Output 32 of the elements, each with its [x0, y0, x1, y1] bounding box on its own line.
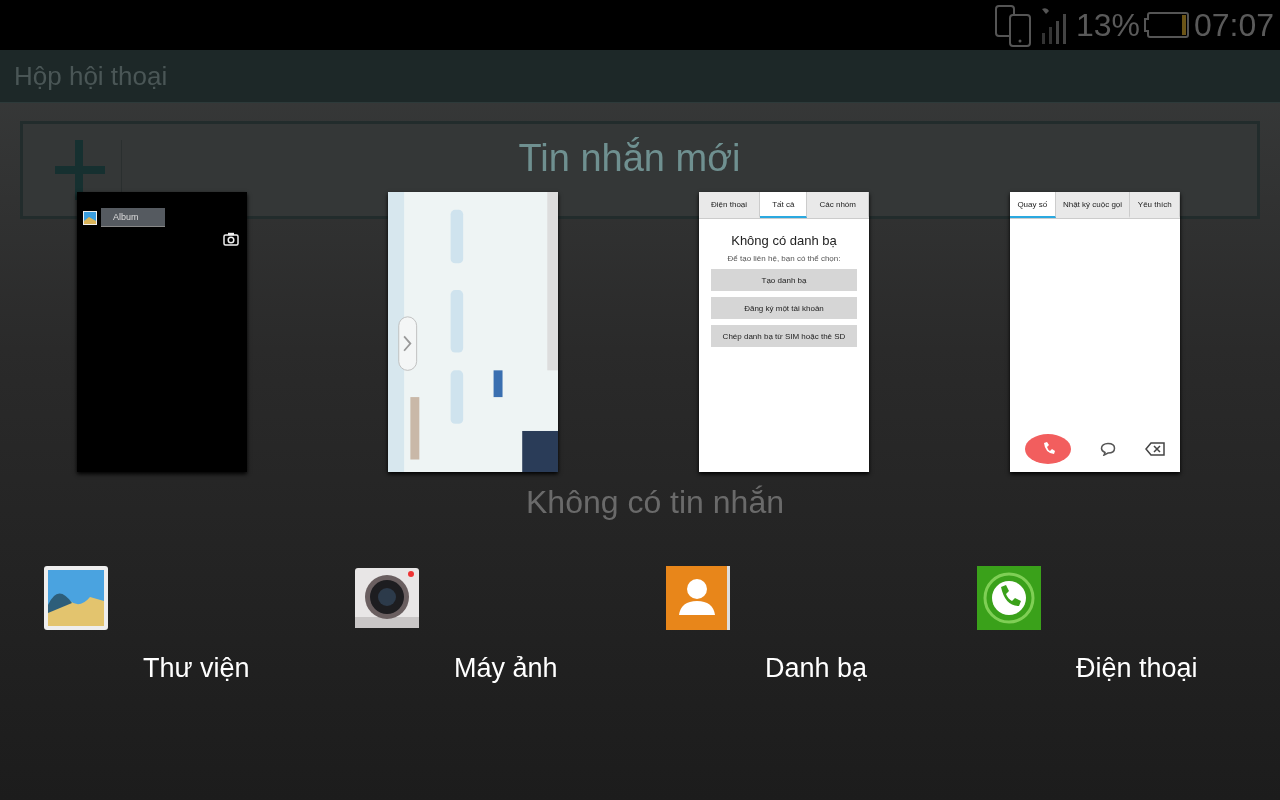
picture-icon: [83, 210, 97, 225]
tab[interactable]: Yêu thích: [1130, 192, 1180, 218]
phone-handset-icon: [976, 565, 1042, 631]
contact-card-icon: [665, 565, 731, 631]
app-thumbnail[interactable]: Điện thoại Tất cả Các nhóm Không có danh bạ Để tạo liên hệ, bạn có thể chọn: Tạo danh bạ Đăng ký một tài khoản Chép danh bạ từ SIM hoặc thẻ SD: [699, 192, 869, 472]
app-label[interactable]: Danh bạ: [765, 653, 868, 684]
camera-icon: [354, 565, 420, 631]
tab[interactable]: Các nhóm: [807, 192, 869, 218]
tab[interactable]: Tất cả: [760, 192, 808, 218]
phone-devices-icon: [993, 3, 1034, 47]
action-button[interactable]: Tạo danh bạ: [711, 269, 857, 291]
landscape-picture-icon: [43, 565, 109, 631]
app-label[interactable]: Máy ảnh: [454, 653, 558, 684]
backspace-icon[interactable]: [1145, 442, 1166, 456]
call-button[interactable]: [1024, 434, 1071, 464]
tab[interactable]: Nhật ký cuộc gọi: [1055, 192, 1131, 218]
album-dropdown[interactable]: Album: [101, 208, 165, 227]
message-icon[interactable]: [1100, 442, 1116, 456]
camera-icon: [223, 232, 239, 246]
app-label[interactable]: Điện thoại: [1076, 653, 1198, 684]
empty-message: Không có tin nhắn: [525, 484, 785, 521]
hint-text: Để tạo liên hệ, bạn có thể chọn:: [726, 254, 842, 263]
battery-icon: [1143, 10, 1190, 40]
app-thumbnail[interactable]: Album: [77, 192, 247, 472]
action-button[interactable]: Chép danh bạ từ SIM hoặc thẻ SD: [711, 325, 857, 347]
app-label[interactable]: Thư viện: [143, 653, 250, 684]
app-thumbnail[interactable]: Quay số Nhật ký cuộc gọi Yêu thích: [1010, 192, 1180, 472]
tab[interactable]: Quay số: [1010, 192, 1056, 218]
empty-title: Không có danh bạ: [730, 233, 838, 248]
clock-time: 07:07: [1193, 6, 1274, 44]
action-button[interactable]: Đăng ký một tài khoản: [711, 297, 857, 319]
battery-percent: 13%: [1075, 6, 1140, 44]
